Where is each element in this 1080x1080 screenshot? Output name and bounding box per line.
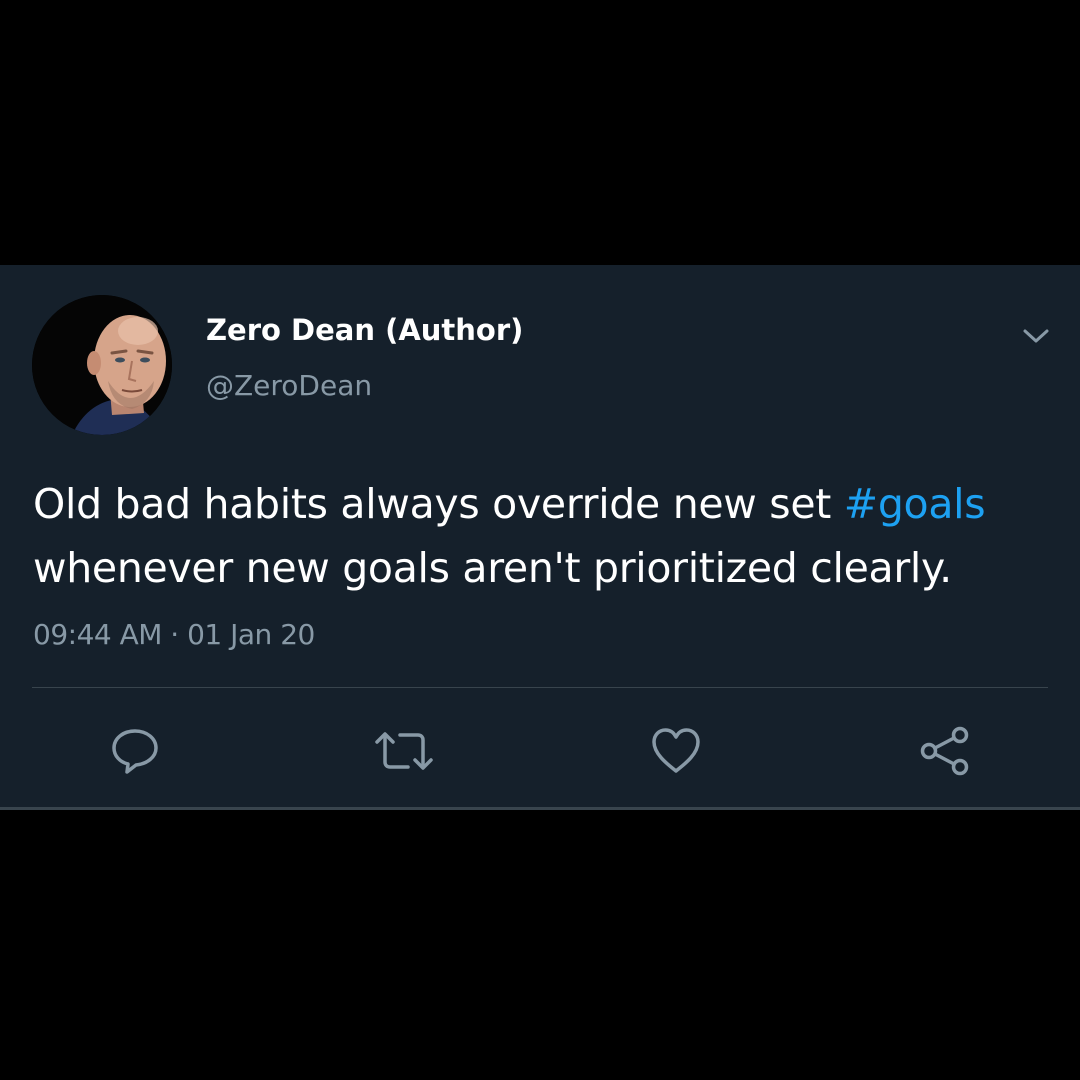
avatar[interactable] <box>32 295 172 435</box>
tweet-text-line-1: Old bad habits always override new set #… <box>33 472 1063 536</box>
tweet-text-segment: Old bad habits always override new set <box>33 480 844 528</box>
hashtag-link[interactable]: #goals <box>844 480 986 528</box>
tweet-timestamp[interactable]: 09:44 AM · 01 Jan 20 <box>33 615 315 655</box>
like-button[interactable] <box>648 723 704 779</box>
tweet-text-line-2: whenever new goals aren't prioritized cl… <box>33 544 952 592</box>
author-handle[interactable]: @ZeroDean <box>206 366 372 406</box>
chevron-down-icon[interactable] <box>1018 320 1054 350</box>
reply-button[interactable] <box>107 723 163 779</box>
tweet-text: Old bad habits always override new set #… <box>33 472 1063 600</box>
retweet-button[interactable] <box>374 723 433 779</box>
divider <box>32 687 1048 688</box>
share-icon <box>920 726 969 776</box>
avatar-image <box>32 295 172 435</box>
tweet-card[interactable]: Zero Dean (Author) @ZeroDean Old bad hab… <box>0 265 1080 810</box>
reply-icon <box>112 729 158 774</box>
author-display-name[interactable]: Zero Dean (Author) <box>206 310 523 350</box>
retweet-icon <box>375 732 433 770</box>
like-icon <box>652 728 700 773</box>
share-button[interactable] <box>917 723 973 779</box>
